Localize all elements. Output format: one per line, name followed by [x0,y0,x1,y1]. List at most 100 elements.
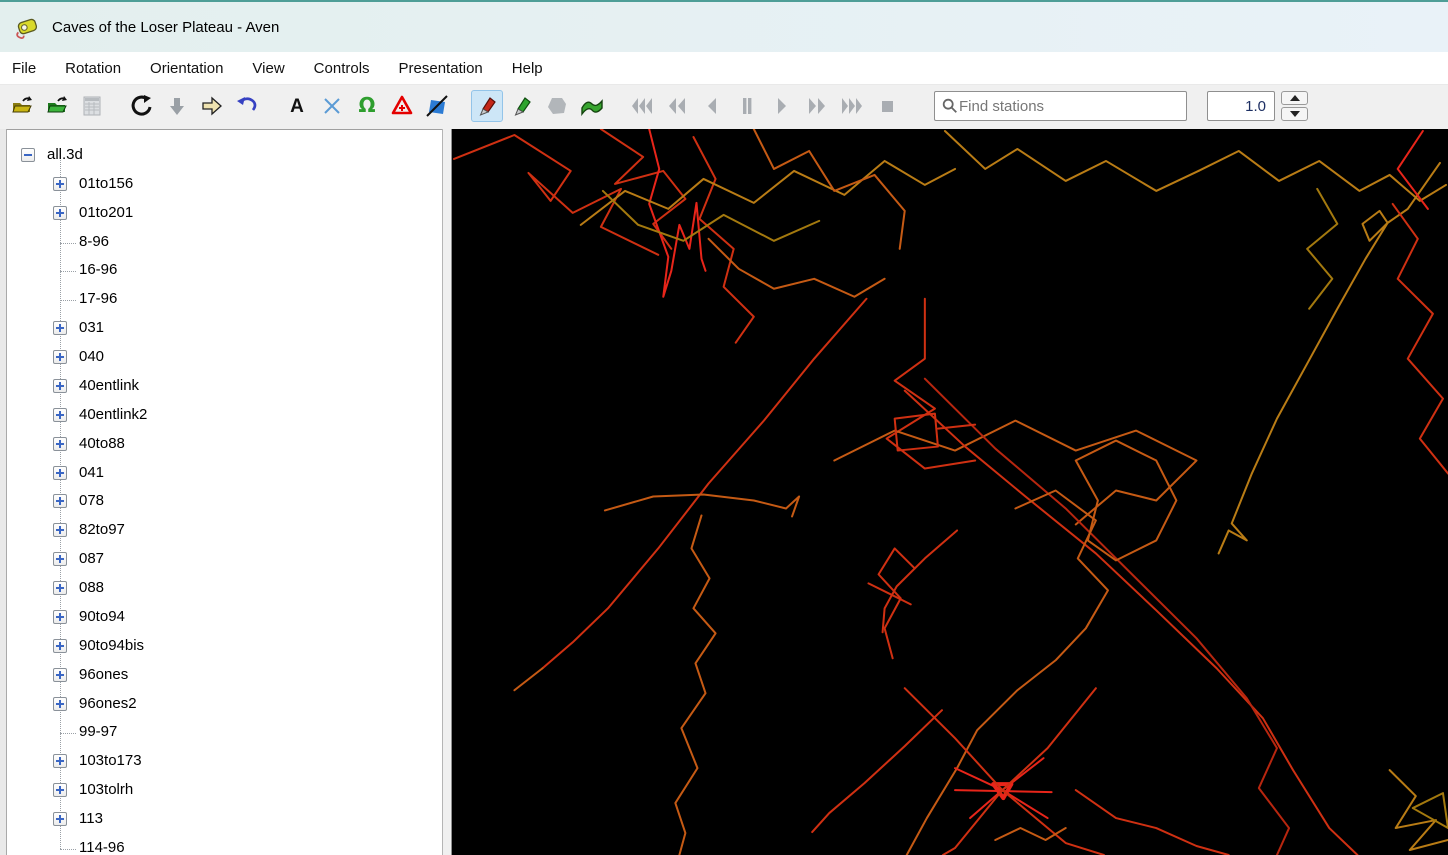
cave-view-canvas[interactable] [452,129,1448,855]
expand-box[interactable] [53,176,67,191]
tree-item-041[interactable]: 041 [7,463,442,485]
tree-item-label: 103to173 [79,752,142,770]
search-input[interactable] [959,97,1180,115]
expand-box[interactable] [53,754,67,769]
fixed-points-icon [391,95,413,115]
tree-item-087[interactable]: 087 [7,549,442,571]
tree-item-01to156[interactable]: 01to156 [7,174,442,196]
tree-item-17-96[interactable]: 17-96 [7,289,442,311]
tree-item-040[interactable]: 040 [7,347,442,369]
tree-item-90to94bis[interactable]: 90to94bis [7,636,442,658]
surface-legs-toggle[interactable] [506,90,538,122]
speed-spinner [1281,91,1308,121]
expand-box[interactable] [53,812,67,826]
rotation-toggle[interactable] [126,90,158,122]
expand-box[interactable] [53,581,67,596]
expand-box[interactable] [53,407,67,422]
expand-box[interactable] [53,667,67,682]
tree-item-16-96[interactable]: 16-96 [7,260,442,282]
fast-forward-icon [809,98,825,114]
survey-polyline [601,189,821,242]
tree-item-40entlink[interactable]: 40entlink [7,376,442,398]
open-terrain-button[interactable] [41,90,73,122]
collapse-box[interactable] [21,148,35,162]
menu-bar: File Rotation Orientation View Controls Prese… [0,52,1448,85]
underground-legs-toggle[interactable] [471,90,503,122]
entrances-toggle[interactable]: Ω [351,90,383,122]
find-stations-box[interactable] [934,91,1187,121]
show-log-button [76,90,108,122]
toolbar: A Ω 1.0 [0,85,1448,127]
tree-item-113[interactable]: 113 [7,809,442,831]
expand-box[interactable] [53,350,67,365]
tree-item-031[interactable]: 031 [7,318,442,340]
expand-box[interactable] [53,205,67,220]
tree-item-088[interactable]: 088 [7,578,442,600]
menu-item-help[interactable]: Help [502,54,553,83]
fast-forward-max-icon [842,98,862,114]
spin-up-button[interactable] [1281,91,1308,105]
tubes-toggle [541,90,573,122]
tree-item-40entlink2[interactable]: 40entlink2 [7,405,442,427]
tree-item-96ones2[interactable]: 96ones2 [7,694,442,716]
tree-item-label: 031 [79,319,105,337]
menu-item-rotation[interactable]: Rotation [55,54,131,83]
terrain-icon [581,99,603,117]
tree-item-96ones[interactable]: 96ones [7,665,442,687]
menu-item-orientation[interactable]: Orientation [140,54,233,83]
tree-item-82to97[interactable]: 82to97 [7,520,442,542]
open-button[interactable] [6,90,38,122]
tree-item-01to201[interactable]: 01to201 [7,203,442,225]
tree-item-8-96[interactable]: 8-96 [7,232,442,254]
expand-box[interactable] [53,321,67,336]
stop-icon [882,101,893,112]
survey-polyline [903,687,1105,855]
survey-polyline [1391,202,1448,475]
expand-box[interactable] [53,523,67,538]
expand-box[interactable] [53,465,67,480]
menu-item-view[interactable]: View [242,54,294,83]
exported-points-icon [426,95,448,117]
expand-box[interactable] [53,494,67,509]
expand-box[interactable] [53,436,67,451]
search-icon [942,98,957,113]
elevation-view-button[interactable] [196,90,228,122]
expand-box[interactable] [53,638,67,653]
tree-item-103tolrh[interactable]: 103tolrh [7,780,442,802]
survey-polyline [752,129,906,250]
menu-item-controls[interactable]: Controls [304,54,380,83]
play-icon [778,98,786,114]
tree-item-99-97[interactable]: 99-97 [7,722,442,744]
station-names-toggle[interactable]: A [281,90,313,122]
survey-polyline [994,827,1067,842]
menu-item-presentation[interactable]: Presentation [389,54,493,83]
tree-item-103to173[interactable]: 103to173 [7,751,442,773]
svg-text:Ω: Ω [358,94,375,117]
tree-item-label: 040 [79,348,105,366]
speed-value-field[interactable]: 1.0 [1207,91,1275,121]
expand-box[interactable] [53,378,67,393]
expand-box[interactable] [53,609,67,624]
crosses-toggle[interactable] [316,90,348,122]
expand-box[interactable] [53,696,67,711]
tree-leaf-dash [60,300,76,302]
restore-default-view-button[interactable] [231,90,263,122]
tree-item-078[interactable]: 078 [7,491,442,513]
fixed-points-toggle[interactable] [386,90,418,122]
tree-item-114-96[interactable]: 114-96 [7,838,442,855]
terrain-toggle[interactable] [576,90,608,122]
exported-points-toggle[interactable] [421,90,453,122]
splitter-sash[interactable] [442,129,452,855]
menu-item-file[interactable]: File [2,54,46,83]
app-window: Caves of the Loser Plateau - Aven File Ro… [0,0,1448,855]
tree-item-90to94[interactable]: 90to94 [7,607,442,629]
tree-item-all.3d[interactable]: all.3d [7,145,442,167]
open-terrain-icon [47,96,67,113]
expand-box[interactable] [53,783,67,798]
tree-item-40to88[interactable]: 40to88 [7,434,442,456]
default-view-icon [237,97,257,111]
app-icon [16,18,38,39]
title-bar: Caves of the Loser Plateau - Aven [0,2,1448,52]
expand-box[interactable] [53,552,67,567]
spin-down-button[interactable] [1281,107,1308,121]
